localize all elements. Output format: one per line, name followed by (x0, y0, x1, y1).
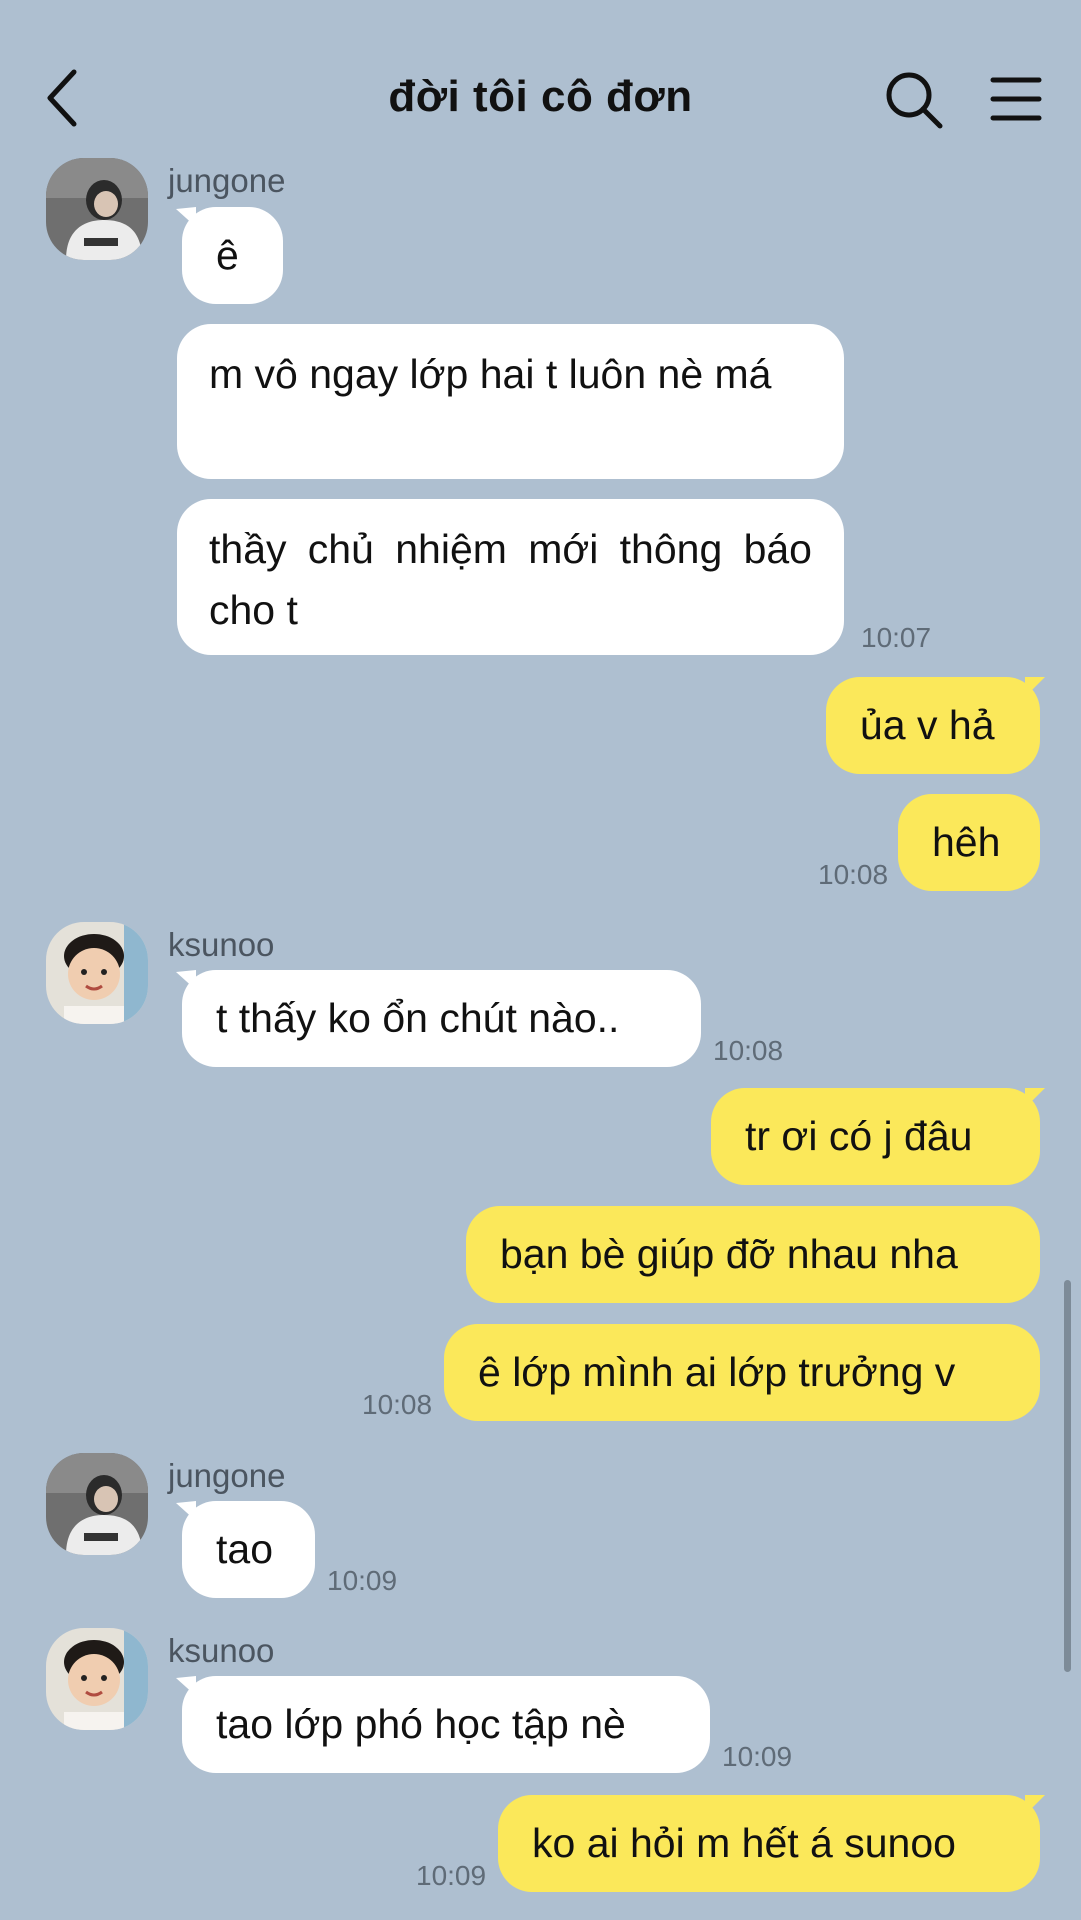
message-time: 10:07 (861, 622, 932, 653)
search-icon (886, 72, 943, 129)
bubble-tail (1025, 1088, 1045, 1108)
message-bubble[interactable]: ủa v hả (826, 677, 1040, 774)
chat-header: đời tôi cô đơn (0, 0, 1081, 150)
message-text: ê lớp mình ai lớp trưởng v (478, 1349, 956, 1395)
message-bubble[interactable]: bạn bè giúp đỡ nhau nha (466, 1206, 1040, 1303)
message-bubble[interactable]: thầy chủ nhiệm mới thông báo cho t (177, 499, 844, 655)
message-text: hêh (932, 819, 1001, 865)
message-bubble[interactable]: tr ơi có j đâu (711, 1088, 1040, 1185)
message-bubble[interactable]: hêh (898, 794, 1040, 891)
hamburger-menu-icon (990, 77, 1042, 121)
sender-name: ksunoo (168, 1632, 275, 1669)
search-button[interactable] (884, 70, 944, 130)
message-bubble[interactable]: ê (182, 207, 283, 304)
message-time: 10:08 (818, 859, 889, 890)
message-text: t thấy ko ổn chút nào.. (216, 995, 620, 1041)
user-avatar-icon (46, 1628, 148, 1730)
avatar[interactable] (46, 1628, 148, 1730)
message-time: 10:08 (362, 1389, 433, 1420)
sender-name: jungone (168, 1457, 286, 1494)
message-bubble[interactable]: ko ai hỏi m hết á sunoo (498, 1795, 1040, 1892)
user-avatar-icon (46, 922, 148, 1024)
bubble-tail (1025, 677, 1045, 697)
menu-button[interactable] (990, 76, 1042, 122)
message-text: tao (216, 1526, 273, 1572)
message-text: thầy chủ nhiệm mới thông báo cho t (209, 526, 812, 633)
message-bubble[interactable]: t thấy ko ổn chút nào.. (182, 970, 701, 1067)
message-bubble[interactable]: tao lớp phó học tập nè (182, 1676, 710, 1773)
message-time: 10:09 (722, 1741, 793, 1772)
avatar[interactable] (46, 1453, 148, 1555)
message-bubble[interactable]: ê lớp mình ai lớp trưởng v (444, 1324, 1040, 1421)
message-text: bạn bè giúp đỡ nhau nha (500, 1231, 958, 1277)
message-time: 10:08 (713, 1035, 784, 1066)
sender-name: jungone (168, 162, 286, 199)
scrollbar[interactable] (1064, 1280, 1071, 1672)
message-bubble[interactable]: tao (182, 1501, 315, 1598)
message-text: ko ai hỏi m hết á sunoo (532, 1820, 956, 1866)
user-avatar-icon (46, 158, 148, 260)
avatar[interactable] (46, 158, 148, 260)
sender-name: ksunoo (168, 926, 275, 963)
chat-screen: đời tôi cô đơn jungone ê m vô ngay lớp h… (0, 0, 1081, 1920)
user-avatar-icon (46, 1453, 148, 1555)
message-text: ê (216, 232, 239, 278)
avatar[interactable] (46, 922, 148, 1024)
message-time: 10:09 (416, 1860, 487, 1891)
message-text: tao lớp phó học tập nè (216, 1701, 626, 1747)
message-bubble[interactable]: m vô ngay lớp hai t luôn nè má (177, 324, 844, 479)
message-time: 10:09 (327, 1565, 398, 1596)
bubble-tail (1025, 1795, 1045, 1815)
message-text: m vô ngay lớp hai t luôn nè má (209, 351, 772, 397)
message-text: tr ơi có j đâu (745, 1113, 973, 1159)
message-text: ủa v hả (860, 702, 995, 748)
